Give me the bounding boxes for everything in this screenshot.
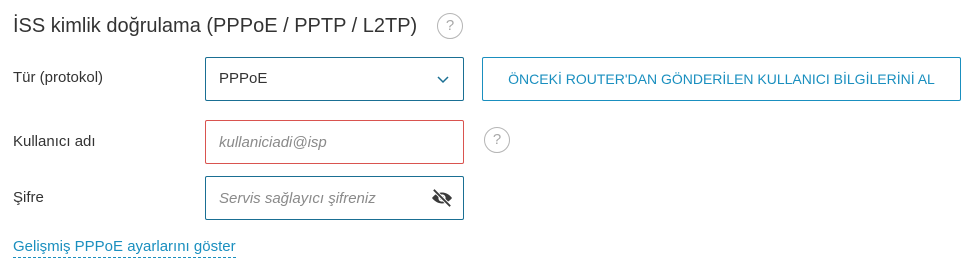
eye-slash-icon[interactable] xyxy=(431,188,453,208)
password-input[interactable] xyxy=(205,176,464,220)
username-help-icon[interactable]: ? xyxy=(484,127,510,153)
username-input[interactable] xyxy=(205,120,464,164)
section-help-icon[interactable]: ? xyxy=(437,13,463,39)
protocol-selected-value: PPPoE xyxy=(219,70,268,87)
protocol-select[interactable]: PPPoE xyxy=(205,57,464,101)
protocol-label: Tür (protokol) xyxy=(13,69,104,86)
chevron-down-icon xyxy=(437,76,449,84)
username-label: Kullanıcı adı xyxy=(13,133,96,150)
password-label: Şifre xyxy=(13,189,44,206)
advanced-pppoe-settings-link[interactable]: Gelişmiş PPPoE ayarlarını göster xyxy=(13,238,236,258)
section-title: İSS kimlik doğrulama (PPPoE / PPTP / L2T… xyxy=(13,15,418,37)
import-previous-router-credentials-button[interactable]: ÖNCEKİ ROUTER'DAN GÖNDERİLEN KULLANICI B… xyxy=(482,57,961,101)
